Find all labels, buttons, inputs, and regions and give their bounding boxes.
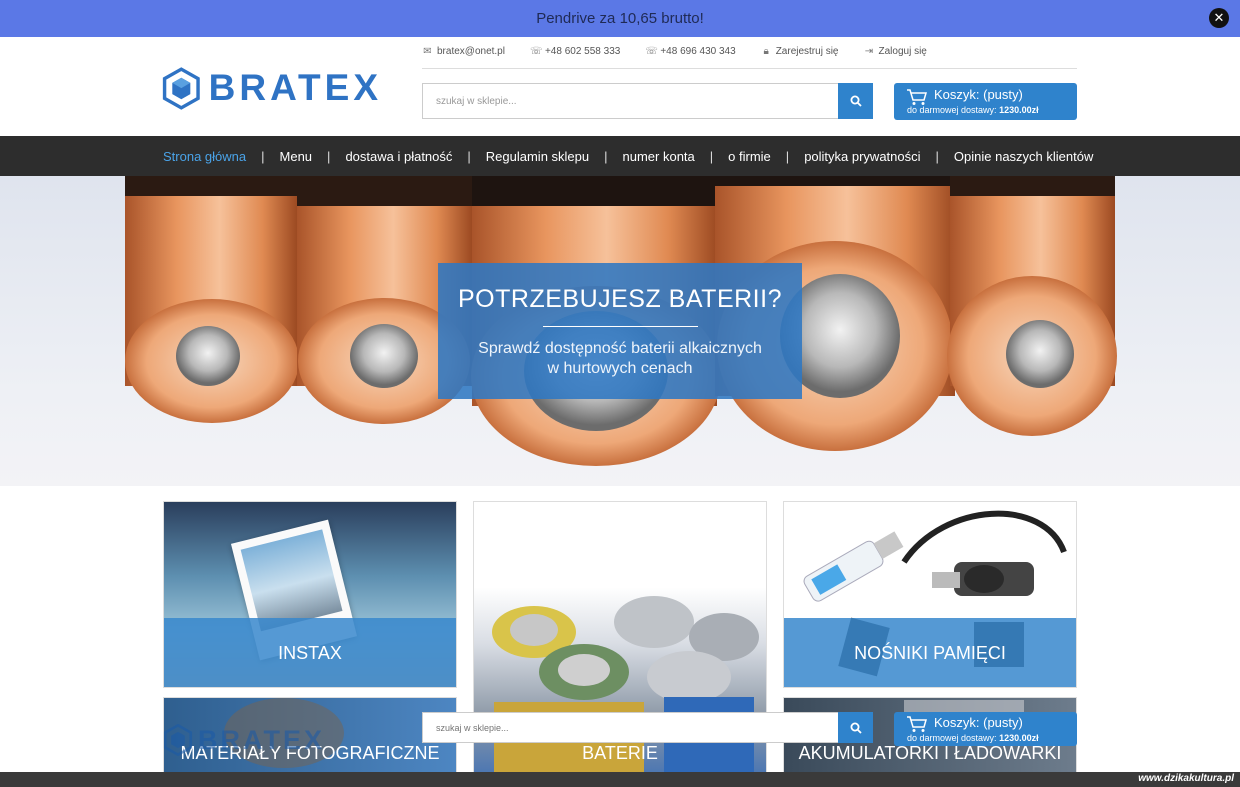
promo-text[interactable]: Pendrive za 10,65 brutto! xyxy=(0,10,1240,27)
sticky-search-button[interactable] xyxy=(838,712,873,743)
sticky-logo[interactable]: BRATEX xyxy=(163,724,325,756)
nav-item-menu[interactable]: Menu xyxy=(280,149,313,164)
hero-subtitle-line2: w hurtowych cenach xyxy=(547,360,693,377)
sticky-search-bar xyxy=(422,712,873,743)
nav-item-about[interactable]: o firmie xyxy=(728,149,771,164)
nav-separator: | xyxy=(785,148,790,164)
hero-divider xyxy=(542,326,698,327)
email-link[interactable]: ✉ bratex@onet.pl xyxy=(422,46,505,57)
category-tile-baterie[interactable]: BATERIE xyxy=(473,501,767,787)
watermark-text: www.dzikakultura.pl xyxy=(1138,773,1234,784)
logo-hexagon-icon xyxy=(163,724,193,756)
cart-icon xyxy=(907,716,927,732)
headset-icon: ☏ xyxy=(645,46,658,57)
divider xyxy=(422,68,1077,69)
login-text: Zaloguj się xyxy=(878,46,927,57)
cart-icon xyxy=(907,89,927,105)
logo-text: BRATEX xyxy=(208,67,382,108)
cart-free-shipping: do darmowej dostawy: 1230.00zł xyxy=(907,733,1039,743)
nav-separator: | xyxy=(327,148,331,164)
phone2-link[interactable]: ☏ +48 696 430 343 xyxy=(645,46,735,57)
login-link[interactable]: ⇥ Zaloguj się xyxy=(864,46,927,57)
register-link[interactable]: 🔒︎ Zarejestruj się xyxy=(761,46,839,57)
hero-banner[interactable]: POTRZEBUJESZ BATERII? Sprawdź dostępność… xyxy=(0,176,1240,486)
top-links: ✉ bratex@onet.pl ☏ +48 602 558 333 ☏ +48… xyxy=(422,46,952,57)
tile-label: NOŚNIKI PAMIĘCI xyxy=(854,643,1006,663)
logo-text: BRATEX xyxy=(198,724,326,755)
nav-item-terms[interactable]: Regulamin sklepu xyxy=(486,149,589,164)
nav-separator: | xyxy=(467,148,471,164)
login-icon: ⇥ xyxy=(864,46,874,57)
phone2-text: +48 696 430 343 xyxy=(660,46,736,57)
tile-label: INSTAX xyxy=(278,643,342,663)
tile-label: BATERIE xyxy=(582,743,658,763)
nav-separator: | xyxy=(604,148,608,164)
register-text: Zarejestruj się xyxy=(775,46,839,57)
category-tile-nosniki[interactable]: NOŚNIKI PAMIĘCI xyxy=(783,501,1077,688)
nav-item-reviews[interactable]: Opinie naszych klientów xyxy=(954,149,1093,164)
sticky-search-input[interactable] xyxy=(422,712,838,743)
headset-icon: ☏ xyxy=(529,46,543,57)
logo[interactable]: BRATEX xyxy=(162,63,382,113)
category-tile-instax[interactable]: INSTAX xyxy=(163,501,457,688)
nav-item-home[interactable]: Strona główna xyxy=(163,149,246,164)
promo-bar: Pendrive za 10,65 brutto! ✕ xyxy=(0,0,1240,37)
nav-item-shipping[interactable]: dostawa i płatność xyxy=(345,149,452,164)
lock-icon: 🔒︎ xyxy=(763,46,769,57)
search-icon xyxy=(850,95,862,107)
search-icon xyxy=(850,722,862,734)
sticky-cart-button[interactable]: Koszyk: (pusty) do darmowej dostawy: 123… xyxy=(894,712,1077,746)
cart-title: Koszyk: (pusty) xyxy=(934,87,1023,102)
nav-separator: | xyxy=(709,148,714,164)
hero-title: POTRZEBUJESZ BATERII? xyxy=(458,285,782,313)
nav-item-account-number[interactable]: numer konta xyxy=(623,149,695,164)
cart-button[interactable]: Koszyk: (pusty) do darmowej dostawy: 123… xyxy=(894,83,1077,120)
search-button[interactable] xyxy=(838,83,873,119)
hero-callout[interactable]: POTRZEBUJESZ BATERII? Sprawdź dostępność… xyxy=(438,263,802,399)
tile-label: AKUMULATORKI I ŁADOWARKI xyxy=(798,743,1062,763)
email-text: bratex@onet.pl xyxy=(437,46,505,57)
envelope-icon: ✉ xyxy=(423,46,432,57)
cart-free-shipping: do darmowej dostawy: 1230.00zł xyxy=(907,105,1039,115)
main-nav: Strona główna | Menu | dostawa i płatnoś… xyxy=(0,136,1240,176)
nav-separator: | xyxy=(935,148,939,164)
close-icon[interactable]: ✕ xyxy=(1209,8,1229,28)
nav-separator: | xyxy=(261,148,265,164)
watermark-bar: www.dzikakultura.pl xyxy=(0,772,1240,787)
search-bar xyxy=(422,83,873,119)
phone1-text: +48 602 558 333 xyxy=(544,46,621,57)
search-input[interactable] xyxy=(422,83,838,119)
logo-hexagon-icon xyxy=(162,66,200,110)
cart-title: Koszyk: (pusty) xyxy=(934,715,1023,730)
hero-subtitle-line1: Sprawdź dostępność baterii alkaicznych xyxy=(478,340,762,357)
phone1-link[interactable]: ☏ +48 602 558 333 xyxy=(530,46,620,57)
nav-item-privacy[interactable]: polityka prywatności xyxy=(804,149,920,164)
